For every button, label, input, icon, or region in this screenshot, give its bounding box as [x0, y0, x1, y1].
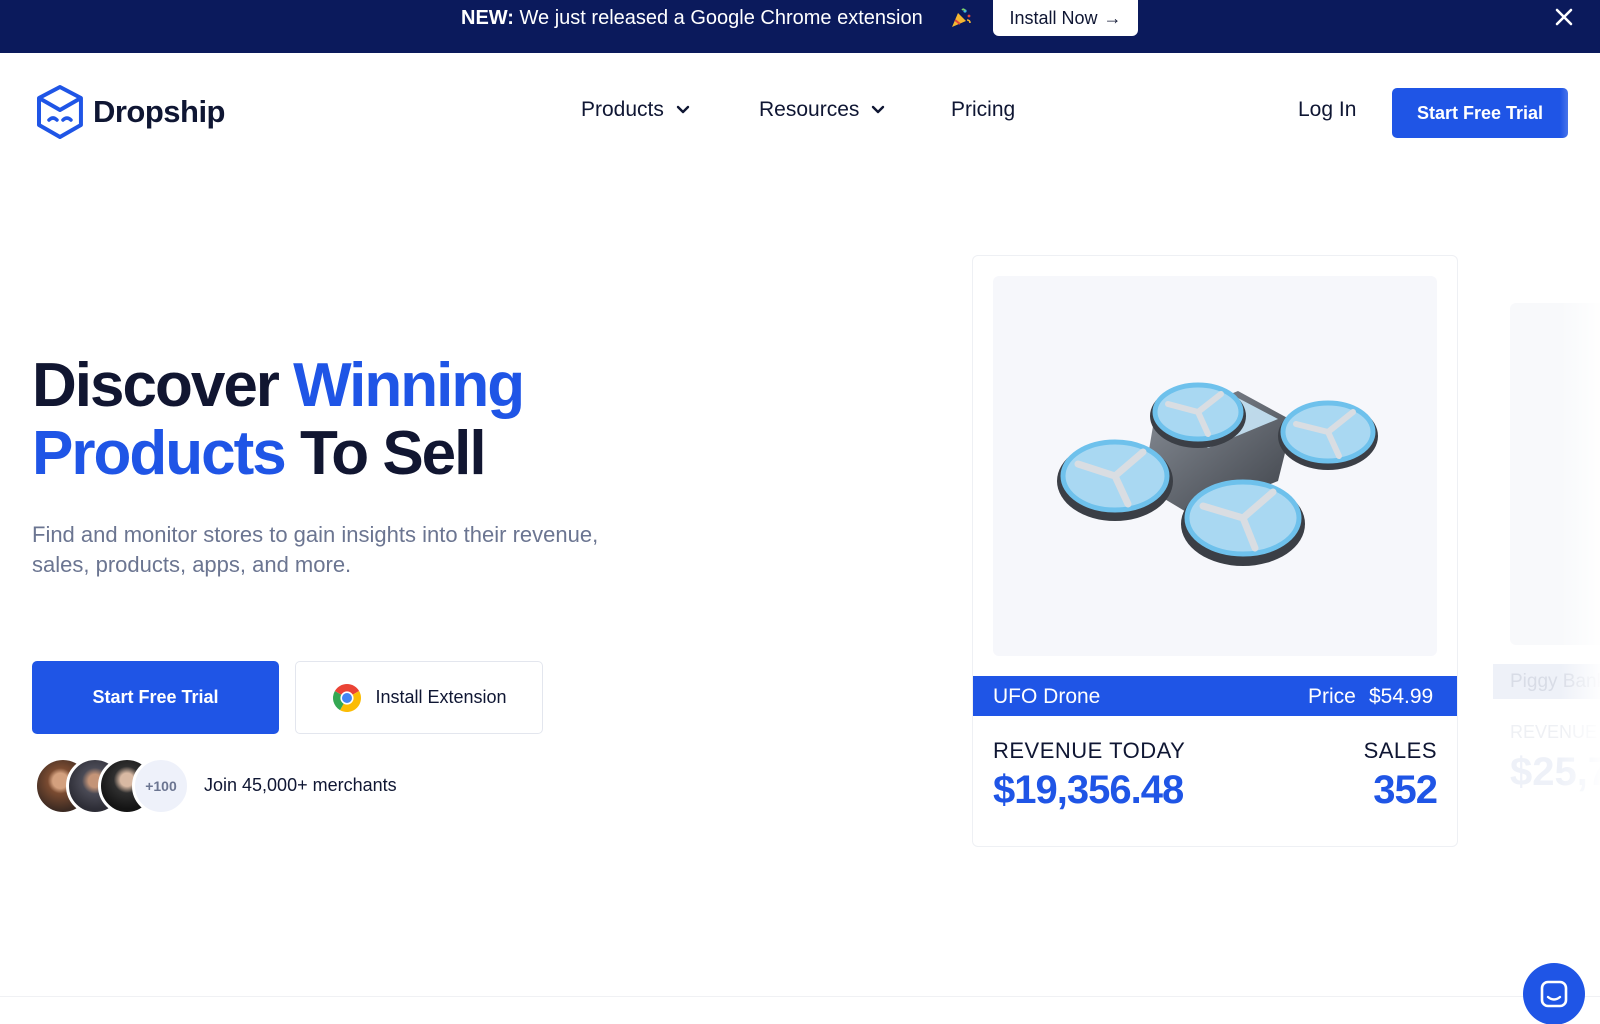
hero-title-part3: Products — [32, 419, 287, 488]
hero-start-trial-label: Start Free Trial — [92, 687, 219, 707]
chat-widget-button[interactable] — [1523, 963, 1585, 1024]
nav-pricing[interactable]: Pricing — [951, 98, 1015, 122]
nav-pricing-label: Pricing — [951, 98, 1016, 121]
nav-resources[interactable]: Resources — [759, 98, 885, 122]
install-now-button[interactable]: Install Now → — [993, 0, 1138, 36]
chrome-icon — [333, 683, 362, 712]
hero-title-part2: Winning — [293, 351, 525, 420]
merchants-count-text: Join 45,000+ merchants — [204, 775, 397, 795]
close-icon[interactable] — [1553, 6, 1575, 28]
carousel-edge-fade — [1560, 53, 1600, 1024]
hero-title-part4: To Sell — [299, 419, 487, 488]
product-price: $54.99 — [1369, 685, 1434, 708]
nav-start-trial-button[interactable]: Start Free Trial — [1392, 88, 1568, 138]
nav-products[interactable]: Products — [581, 98, 690, 122]
brand-name: Dropship — [92, 94, 226, 129]
avatar-more-count: +100 — [132, 757, 190, 815]
chevron-down-icon — [676, 105, 690, 114]
nav-resources-label: Resources — [759, 98, 860, 121]
sales-label: SALES — [1363, 738, 1437, 763]
announcement-message: We just released a Google Chrome extensi… — [519, 7, 923, 29]
product-image — [993, 276, 1437, 656]
section-divider — [0, 996, 1600, 997]
announcement-bar: NEW: We just released a Google Chrome ex… — [0, 0, 1600, 53]
party-popper-icon — [952, 8, 971, 27]
product-card[interactable]: UFO Drone Price $54.99 REVENUE TODAY SAL… — [972, 255, 1458, 847]
hero-start-trial-button[interactable]: Start Free Trial — [32, 661, 279, 734]
install-extension-label: Install Extension — [375, 687, 507, 707]
revenue-value: $19,356.48 — [993, 768, 1184, 812]
chevron-down-icon — [872, 105, 885, 114]
arrow-right-icon: → — [1103, 7, 1122, 28]
brand-logo[interactable]: Dropship — [35, 84, 226, 140]
install-now-label: Install Now — [1009, 7, 1098, 28]
product-title-bar: UFO Drone Price $54.99 — [973, 676, 1457, 716]
login-link[interactable]: Log In — [1298, 98, 1356, 122]
drone-image — [1057, 382, 1378, 566]
nav-products-label: Products — [581, 98, 664, 121]
hero-title: Discover Winning Products To Sell — [32, 352, 652, 488]
product-name: UFO Drone — [993, 685, 1101, 708]
revenue-label: REVENUE TODAY — [993, 738, 1186, 763]
sales-value: 352 — [1373, 768, 1438, 812]
login-label: Log In — [1298, 98, 1357, 121]
install-extension-button[interactable]: Install Extension — [295, 661, 543, 734]
announcement-prefix: NEW: — [461, 7, 514, 29]
announcement-text: NEW: We just released a Google Chrome ex… — [461, 7, 923, 29]
product-price-label: Price — [1308, 685, 1356, 708]
dropship-logo-icon — [36, 85, 83, 139]
hero-subtitle: Find and monitor stores to gain insights… — [32, 522, 599, 577]
merchant-avatars: +100 — [34, 757, 194, 815]
chat-icon — [1540, 980, 1568, 1008]
hero-title-part1: Discover — [32, 351, 280, 420]
nav-start-trial-label: Start Free Trial — [1416, 102, 1544, 123]
